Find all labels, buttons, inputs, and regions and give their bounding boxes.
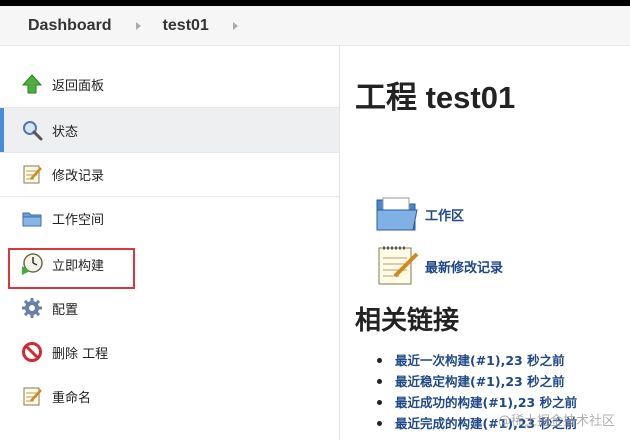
sidebar-item-configure[interactable]: 配置: [0, 286, 339, 330]
workspace-link-row[interactable]: 工作区: [373, 190, 464, 238]
folder-open-icon: [373, 190, 421, 238]
recent-changes-link[interactable]: 最新修改记录: [425, 257, 503, 276]
breadcrumb-dashboard[interactable]: Dashboard: [28, 17, 112, 35]
related-links-heading: 相关链接: [355, 306, 460, 336]
last-build-link[interactable]: 最近一次构建(#1),23 秒之前: [395, 353, 565, 368]
sidebar-item-label: 工作空间: [52, 212, 105, 228]
sidebar-item-build-now[interactable]: 立即构建: [0, 242, 339, 286]
sidebar-item-label: 配置: [52, 302, 79, 318]
breadcrumb-separator-icon[interactable]: [135, 21, 141, 30]
breadcrumb-separator-icon[interactable]: [232, 21, 238, 30]
sidebar-item-label: 删除 工程: [52, 346, 109, 362]
sidebar-item-label: 立即构建: [52, 258, 105, 274]
notepad-icon: [373, 242, 421, 290]
sidebar-item-workspace[interactable]: 工作空间: [0, 196, 339, 240]
sidebar-item-label: 重命名: [52, 390, 92, 406]
last-successful-build-link[interactable]: 最近成功的构建(#1),23 秒之前: [395, 395, 577, 410]
sidebar-item-status[interactable]: 状态: [0, 108, 339, 152]
sidebar-item-label: 修改记录: [52, 168, 105, 184]
sidebar-item-label: 返回面板: [52, 78, 105, 94]
list-item: 最近一次构建(#1),23 秒之前: [375, 350, 577, 371]
breadcrumb-test01[interactable]: test01: [163, 17, 209, 35]
up-arrow-icon: [20, 72, 44, 96]
sidebar-item-rename[interactable]: 重命名: [0, 374, 339, 418]
recent-changes-link-row[interactable]: 最新修改记录: [373, 242, 503, 290]
side-panel: 返回面板 状态 修改记录 工作空间 立即构建 配置 删除 工程 重命名: [0, 46, 340, 440]
notepad-icon: [20, 384, 44, 408]
sidebar-item-label: 状态: [52, 124, 79, 140]
page-title: 工程 test01: [355, 80, 516, 115]
list-item: 最近稳定构建(#1),23 秒之前: [375, 371, 577, 392]
watermark: @稀土掘金技术社区: [498, 414, 616, 429]
no-entry-icon: [20, 340, 44, 364]
sidebar-item-changes[interactable]: 修改记录: [0, 152, 339, 196]
last-stable-build-link[interactable]: 最近稳定构建(#1),23 秒之前: [395, 374, 565, 389]
notepad-icon: [20, 162, 44, 186]
sidebar-item-delete-project[interactable]: 删除 工程: [0, 330, 339, 374]
sidebar-item-back-to-dashboard[interactable]: 返回面板: [0, 62, 339, 106]
clock-build-icon: [20, 252, 44, 276]
breadcrumb: Dashboard test01: [0, 6, 630, 46]
folder-icon: [20, 206, 44, 230]
main-panel: 工程 test01 工作区 最新修改记录 相关链接 最近一次构建(#1),23 …: [355, 46, 630, 440]
workspace-link[interactable]: 工作区: [425, 205, 464, 224]
gear-icon: [20, 296, 44, 320]
magnifier-icon: [20, 118, 44, 142]
